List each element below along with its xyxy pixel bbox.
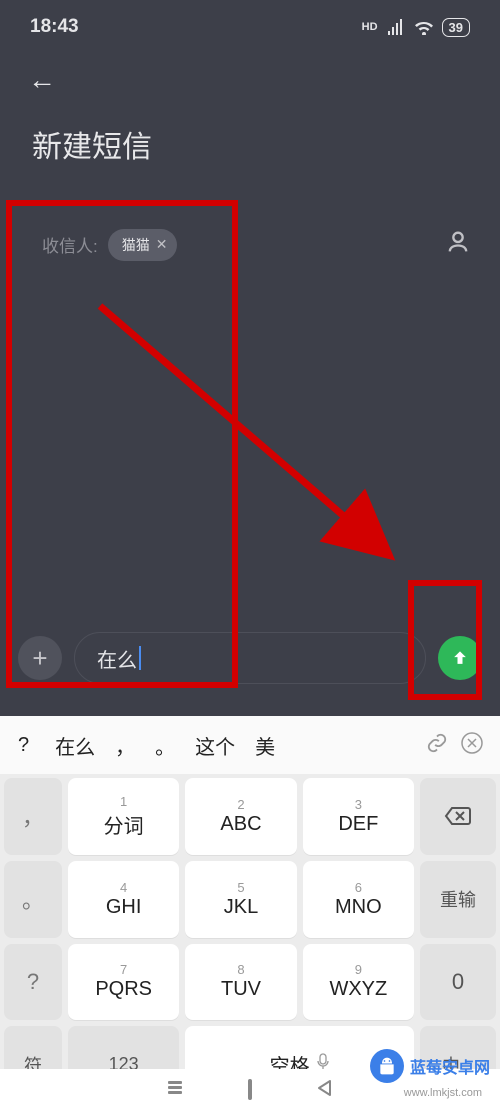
- key-3[interactable]: 3DEF: [303, 778, 414, 855]
- recipient-chip-name: 猫猫: [122, 235, 150, 255]
- watermark: 蓝莓安卓网: [370, 1049, 490, 1083]
- status-bar: 18:43 HD 39: [0, 0, 500, 46]
- key-side-period[interactable]: 。: [4, 861, 62, 938]
- messaging-app: 18:43 HD 39 ← 新建短信 收信人: 猫猫 ✕ + 在么: [0, 0, 500, 716]
- watermark-url: www.lmkjst.com: [404, 1087, 482, 1099]
- recipient-chip[interactable]: 猫猫 ✕: [108, 229, 178, 261]
- suggestion-5[interactable]: 美: [247, 731, 283, 760]
- key-1[interactable]: 1分词: [68, 778, 179, 855]
- nav-home-icon[interactable]: [248, 1081, 252, 1099]
- battery-indicator: 39: [442, 18, 470, 37]
- key-backspace[interactable]: [420, 778, 496, 855]
- suggestion-link-icon[interactable]: [426, 732, 448, 759]
- key-7[interactable]: 7PQRS: [68, 944, 179, 1021]
- nav-back-icon[interactable]: [316, 1079, 334, 1102]
- message-input[interactable]: 在么: [74, 632, 426, 684]
- send-button[interactable]: [438, 636, 482, 680]
- suggestion-1[interactable]: 在么: [47, 731, 103, 760]
- back-button[interactable]: ←: [28, 64, 56, 96]
- key-9[interactable]: 9WXYZ: [303, 944, 414, 1021]
- contacts-button[interactable]: [444, 228, 472, 261]
- key-5[interactable]: 5JKL: [185, 861, 296, 938]
- suggestion-symbol[interactable]: ?: [8, 734, 43, 757]
- recipient-label: 收信人:: [42, 232, 98, 257]
- status-time: 18:43: [30, 16, 79, 38]
- chip-remove-icon[interactable]: ✕: [156, 236, 168, 253]
- key-2[interactable]: 2ABC: [185, 778, 296, 855]
- annotation-box-1: [6, 200, 238, 688]
- key-4[interactable]: 4GHI: [68, 861, 179, 938]
- message-text: 在么: [97, 644, 137, 673]
- key-6[interactable]: 6MNO: [303, 861, 414, 938]
- watermark-text: 蓝莓安卓网: [410, 1054, 490, 1078]
- suggestion-2[interactable]: ，: [107, 731, 143, 760]
- key-retype[interactable]: 重输: [420, 861, 496, 938]
- key-8[interactable]: 8TUV: [185, 944, 296, 1021]
- signal-icon: [386, 19, 406, 35]
- watermark-badge-icon: [370, 1049, 404, 1083]
- recipient-row: 收信人: 猫猫 ✕: [0, 192, 500, 261]
- key-side-question[interactable]: ?: [4, 944, 62, 1021]
- back-row: ←: [0, 46, 500, 102]
- suggestion-4[interactable]: 这个: [187, 731, 243, 760]
- suggestion-3[interactable]: 。: [147, 731, 183, 760]
- key-zero[interactable]: 0: [420, 944, 496, 1021]
- compose-row: + 在么: [0, 632, 500, 684]
- suggestion-bar: ? 在么 ， 。 这个 美: [0, 716, 500, 774]
- attach-button[interactable]: +: [18, 636, 62, 680]
- hd-icon: HD: [362, 21, 378, 33]
- key-side-comma[interactable]: ，: [4, 778, 62, 855]
- nav-recent-icon[interactable]: [166, 1079, 184, 1102]
- status-indicators: HD 39: [362, 18, 470, 37]
- text-cursor: [139, 646, 141, 670]
- suggestion-close-icon[interactable]: [452, 731, 492, 760]
- wifi-icon: [414, 19, 434, 35]
- page-title: 新建短信: [0, 102, 500, 192]
- annotation-arrow: [90, 296, 420, 596]
